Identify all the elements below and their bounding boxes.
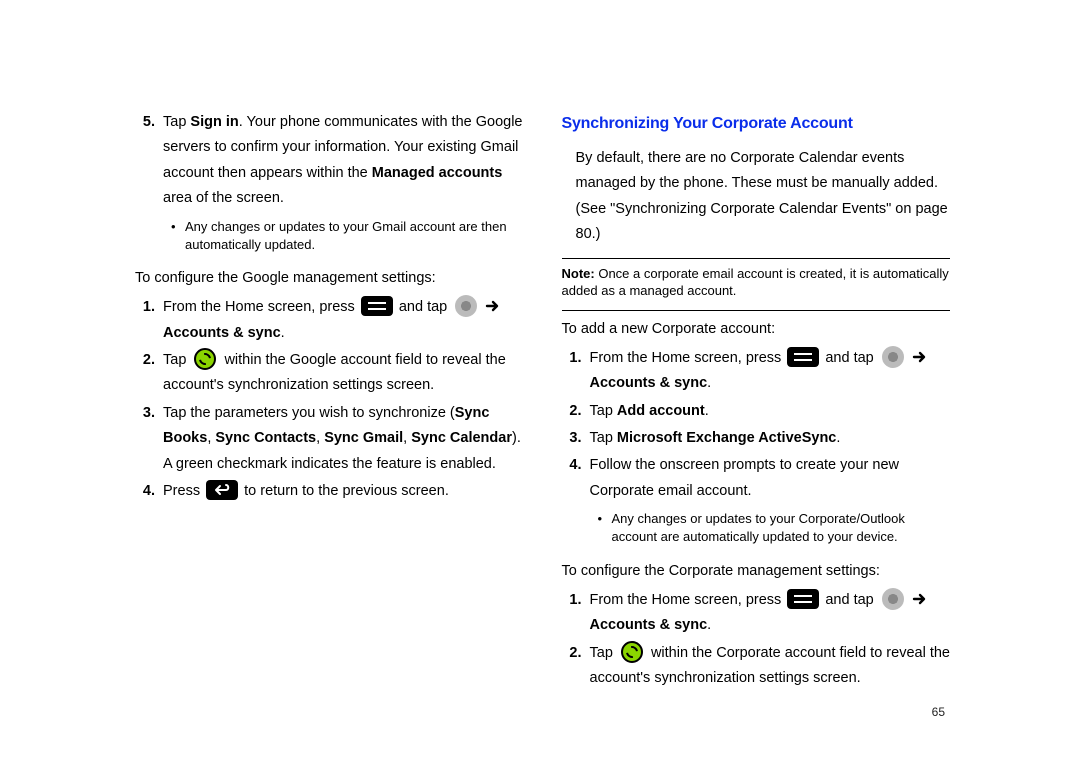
step-number: 4. xyxy=(135,479,163,504)
bullet-item: • Any changes or updates to your Gmail a… xyxy=(163,218,524,254)
list-item: 3. Tap Microsoft Exchange ActiveSync. xyxy=(562,426,951,451)
page-number: 65 xyxy=(932,705,945,719)
step-body: From the Home screen, press and tap Acco… xyxy=(163,295,524,346)
list-item: 2. Tap Add account. xyxy=(562,399,951,424)
left-column: 5. Tap Sign in. Your phone communicates … xyxy=(135,110,524,693)
list-item: 2. Tap within the Google account field t… xyxy=(135,348,524,399)
list-item: 3. Tap the parameters you wish to synchr… xyxy=(135,401,524,477)
step-number: 2. xyxy=(562,399,590,424)
step-body: Tap Microsoft Exchange ActiveSync. xyxy=(590,426,951,451)
step-body: Tap the parameters you wish to synchroni… xyxy=(163,401,524,477)
menu-icon xyxy=(361,296,393,316)
back-icon xyxy=(206,480,238,500)
settings-icon xyxy=(882,588,904,610)
intro-text: To configure the Google management setti… xyxy=(135,266,524,291)
sync-icon xyxy=(621,641,643,663)
step-number: 3. xyxy=(562,426,590,451)
step-body: Press to return to the previous screen. xyxy=(163,479,524,504)
sync-icon xyxy=(194,348,216,370)
step-body: Tap Add account. xyxy=(590,399,951,424)
step-number: 4. xyxy=(562,453,590,554)
list-item: 1. From the Home screen, press and tap A… xyxy=(562,346,951,397)
manual-page: 5. Tap Sign in. Your phone communicates … xyxy=(0,0,1080,733)
step-number: 1. xyxy=(562,588,590,639)
arrow-right-icon xyxy=(912,591,928,607)
step-number: 2. xyxy=(135,348,163,399)
list-item: 4. Follow the onscreen prompts to create… xyxy=(562,453,951,554)
step-number: 5. xyxy=(135,110,163,262)
bullet-item: • Any changes or updates to your Corpora… xyxy=(590,510,951,546)
list-item: 5. Tap Sign in. Your phone communicates … xyxy=(135,110,524,262)
step-number: 3. xyxy=(135,401,163,477)
divider xyxy=(562,310,951,311)
arrow-right-icon xyxy=(912,349,928,365)
right-column: Synchronizing Your Corporate Account By … xyxy=(562,110,951,693)
note-text: Note: Once a corporate email account is … xyxy=(562,265,951,300)
step-body: From the Home screen, press and tap Acco… xyxy=(590,588,951,639)
step-body: Tap within the Google account field to r… xyxy=(163,348,524,399)
menu-icon xyxy=(787,347,819,367)
list-item: 2. Tap within the Corporate account fiel… xyxy=(562,641,951,692)
step-number: 2. xyxy=(562,641,590,692)
step-body: Tap Sign in. Your phone communicates wit… xyxy=(163,110,524,262)
step-body: From the Home screen, press and tap Acco… xyxy=(590,346,951,397)
arrow-right-icon xyxy=(485,298,501,314)
step-body: Follow the onscreen prompts to create yo… xyxy=(590,453,951,554)
divider xyxy=(562,258,951,259)
step-number: 1. xyxy=(135,295,163,346)
list-item: 1. From the Home screen, press and tap A… xyxy=(135,295,524,346)
list-item: 1. From the Home screen, press and tap A… xyxy=(562,588,951,639)
settings-icon xyxy=(455,295,477,317)
list-item: 4. Press to return to the previous scree… xyxy=(135,479,524,504)
step-number: 1. xyxy=(562,346,590,397)
intro-text: To add a new Corporate account: xyxy=(562,317,951,342)
menu-icon xyxy=(787,589,819,609)
section-heading: Synchronizing Your Corporate Account xyxy=(562,110,951,138)
intro-text: By default, there are no Corporate Calen… xyxy=(576,146,951,248)
intro-text: To configure the Corporate management se… xyxy=(562,559,951,584)
settings-icon xyxy=(882,346,904,368)
step-body: Tap within the Corporate account field t… xyxy=(590,641,951,692)
